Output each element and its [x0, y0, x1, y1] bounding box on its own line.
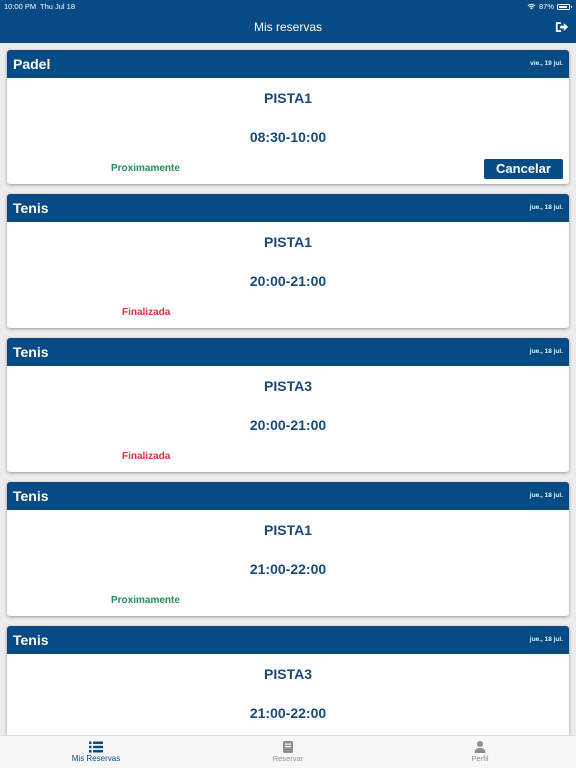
battery-level — [559, 5, 567, 8]
tab-reservar[interactable]: Reservar — [233, 736, 343, 768]
battery-icon — [557, 3, 572, 10]
reservation-list[interactable]: Padel vie., 19 jul. PISTA1 08:30-10:00 P… — [0, 43, 576, 735]
sport-name: Tenis — [13, 488, 49, 504]
card-header: Tenis jue., 18 jul. — [7, 194, 569, 222]
court-name: PISTA3 — [264, 378, 312, 394]
court-name: PISTA1 — [264, 522, 312, 538]
status-label: Proximamente — [111, 163, 180, 174]
reservation-card[interactable]: Tenis jue., 18 jul. PISTA1 20:00-21:00 F… — [7, 194, 569, 328]
page-title: Mis reservas — [253, 20, 322, 34]
status-date: Thu Jul 18 — [40, 2, 76, 11]
status-indicators: 87% — [527, 2, 572, 11]
tab-bar: Mis Reservas Reservar Perfil — [0, 735, 576, 768]
tab-label: Mis Reservas — [71, 754, 121, 763]
person-icon — [474, 741, 486, 753]
reservation-card[interactable]: Padel vie., 19 jul. PISTA1 08:30-10:00 P… — [7, 50, 569, 184]
status-label: Finalizada — [122, 451, 171, 462]
card-header: Tenis jue., 18 jul. — [7, 482, 569, 510]
status-time: 10:00 PM — [4, 2, 37, 11]
book-icon — [283, 741, 293, 753]
tab-label: Perfil — [471, 754, 489, 763]
time-slot: 20:00-21:00 — [249, 417, 327, 433]
reservation-date: jue., 18 jul. — [529, 204, 563, 211]
sport-name: Tenis — [13, 200, 49, 216]
court-name: PISTA3 — [264, 666, 312, 682]
sport-name: Tenis — [13, 344, 49, 360]
reservation-date: jue., 18 jul. — [529, 636, 563, 643]
reservation-card[interactable]: Tenis jue., 18 jul. PISTA1 21:00-22:00 P… — [7, 482, 569, 616]
sport-name: Tenis — [13, 632, 49, 648]
court-name: PISTA1 — [264, 234, 312, 250]
reservation-card[interactable]: Tenis jue., 18 jul. PISTA3 20:00-21:00 F… — [7, 338, 569, 472]
card-header: Padel vie., 19 jul. — [7, 50, 569, 78]
sport-name: Padel — [13, 56, 51, 72]
time-slot: 08:30-10:00 — [249, 129, 327, 145]
card-header: Tenis jue., 18 jul. — [7, 626, 569, 654]
tab-mis-reservas[interactable]: Mis Reservas — [41, 736, 151, 768]
reservation-date: jue., 18 jul. — [529, 492, 563, 499]
time-slot: 21:00-22:00 — [249, 705, 327, 721]
tab-label: Reservar — [272, 754, 304, 763]
card-header: Tenis jue., 18 jul. — [7, 338, 569, 366]
tab-perfil[interactable]: Perfil — [425, 736, 535, 768]
top-bar: 10:00 PM Thu Jul 18 87% Mis reservas — [0, 0, 576, 43]
status-label: Proximamente — [111, 595, 180, 606]
time-slot: 20:00-21:00 — [249, 273, 327, 289]
cancel-button[interactable]: Cancelar — [484, 159, 563, 179]
reservation-date: jue., 18 jul. — [529, 348, 563, 355]
time-slot: 21:00-22:00 — [249, 561, 327, 577]
battery-percent: 87% — [538, 2, 554, 11]
reservation-card[interactable]: Tenis jue., 18 jul. PISTA3 21:00-22:00 — [7, 626, 569, 735]
status-label: Finalizada — [122, 307, 171, 318]
logout-icon[interactable] — [555, 20, 569, 34]
wifi-icon — [527, 3, 536, 10]
court-name: PISTA1 — [264, 90, 312, 106]
status-bar: 10:00 PM Thu Jul 18 87% — [0, 0, 576, 12]
list-icon — [89, 741, 103, 753]
reservation-date: vie., 19 jul. — [530, 60, 563, 67]
